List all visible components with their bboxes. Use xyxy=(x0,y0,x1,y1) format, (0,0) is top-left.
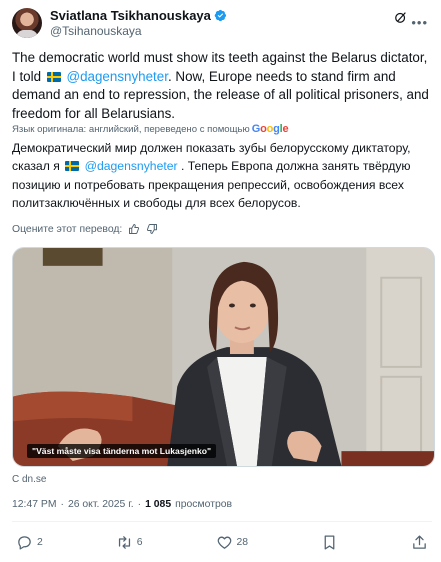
share-button[interactable] xyxy=(411,534,428,551)
author-handle[interactable]: @Tsihanouskaya xyxy=(50,24,142,38)
post-actions: 2 6 28 xyxy=(12,527,432,557)
meta-separator: · xyxy=(60,499,64,510)
post-text: The democratic world must show its teeth… xyxy=(12,49,432,123)
rate-translation-row: Оцените этот перевод: xyxy=(12,223,158,235)
post-media[interactable]: "Väst måste visa tänderna mot Lukasjenko… xyxy=(12,247,435,467)
post-time[interactable]: 12:47 PM xyxy=(12,499,56,510)
author-name-row: Sviatlana Tsikhanouskaya xyxy=(50,8,227,23)
bookmark-button[interactable] xyxy=(321,534,338,551)
reply-icon xyxy=(18,535,31,550)
translated-mention-link[interactable]: @dagensnyheter xyxy=(85,159,178,173)
mention-link[interactable]: @dagensnyheter xyxy=(67,69,168,84)
media-caption: "Väst måste visa tänderna mot Lukasjenko… xyxy=(27,444,217,458)
like-count: 28 xyxy=(236,536,249,548)
thumbs-down-icon[interactable] xyxy=(146,223,158,235)
link-source[interactable]: С dn.se xyxy=(12,474,46,485)
more-icon[interactable]: ••• xyxy=(411,16,428,29)
like-button[interactable]: 28 xyxy=(216,534,249,551)
repost-button[interactable]: 6 xyxy=(116,534,143,551)
divider xyxy=(12,521,432,522)
sweden-flag-icon xyxy=(46,71,61,82)
sweden-flag-icon xyxy=(65,161,80,172)
share-icon xyxy=(413,534,426,549)
views-label: просмотров xyxy=(175,499,233,510)
grok-icon[interactable] xyxy=(394,10,408,24)
thumbs-up-icon[interactable] xyxy=(128,223,140,235)
avatar[interactable] xyxy=(12,8,42,38)
verified-badge-icon[interactable] xyxy=(214,9,227,22)
reply-count: 2 xyxy=(37,536,43,548)
translated-text: Демократический мир должен показать зубы… xyxy=(12,139,432,212)
translation-note: Язык оригинала: английский, переведено с… xyxy=(12,123,289,135)
post-header: Sviatlana Tsikhanouskaya @Tsihanouskaya … xyxy=(12,6,432,42)
repost-icon xyxy=(118,535,130,549)
author-display-name[interactable]: Sviatlana Tsikhanouskaya xyxy=(50,8,211,23)
like-icon xyxy=(217,536,231,549)
post-meta: 12:47 PM · 26 окт. 2025 г. · 1 085 просм… xyxy=(12,499,232,510)
google-logo: Google xyxy=(251,123,289,135)
reply-button[interactable]: 2 xyxy=(16,534,43,551)
interview-photo xyxy=(13,248,434,466)
meta-separator: · xyxy=(137,499,142,510)
post-date[interactable]: 26 окт. 2025 г. xyxy=(68,499,134,510)
rate-translation-label: Оцените этот перевод: xyxy=(12,223,123,235)
views-count[interactable]: 1 085 xyxy=(145,499,171,510)
bookmark-icon xyxy=(324,534,335,550)
translation-note-text: Язык оригинала: английский, переведено с… xyxy=(12,123,250,135)
repost-count: 6 xyxy=(136,536,143,548)
